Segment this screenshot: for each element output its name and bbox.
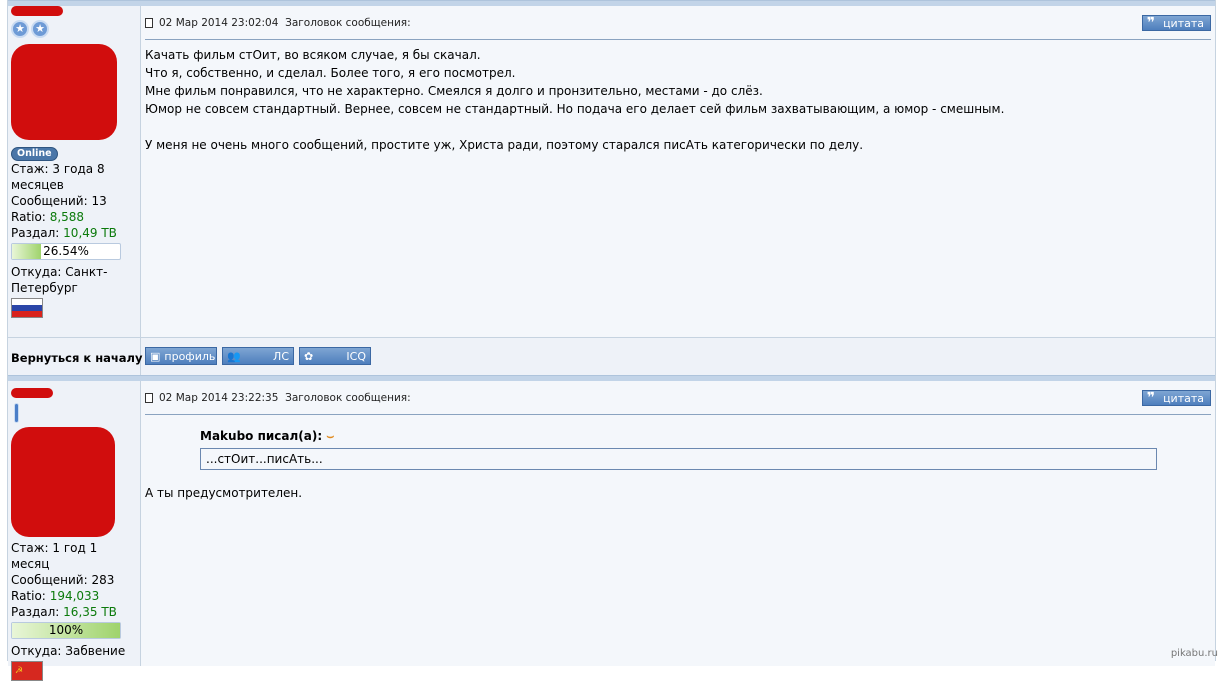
rank-stars: ★ ★	[11, 20, 136, 38]
tenure: Стаж: 1 год 1 месяц	[11, 541, 98, 571]
ratio: Ratio: 194,033	[11, 588, 136, 604]
quote-button[interactable]: ❞ цитата	[1141, 15, 1211, 31]
ratio-value: 8,588	[49, 210, 85, 224]
ratio-progress-bar: 100%	[11, 622, 121, 639]
message-line: Юмор не совсем стандартный. Вернее, совс…	[145, 102, 1005, 116]
rank-gem-icon	[14, 403, 19, 423]
post-footer: Вернуться к началу ▣ профиль 👥 ЛС ✿ ICQ	[8, 337, 1215, 375]
icq-button[interactable]: ✿ ICQ	[299, 347, 371, 365]
location: Откуда: Забвение	[11, 644, 126, 658]
progress-text: 26.54%	[43, 244, 89, 258]
ratio-value: 194,033	[49, 589, 100, 603]
icq-label: ICQ	[346, 349, 366, 363]
hammer-sickle-icon: ☭	[15, 666, 24, 676]
post-date: 02 Мар 2014 23:02:04	[159, 16, 279, 29]
post-subject-label: Заголовок сообщения:	[285, 16, 411, 29]
redacted-avatar	[11, 44, 117, 140]
post-message: Качать фильм стОит, во всяком случае, я …	[145, 40, 1211, 154]
location-cont: Петербург	[11, 281, 78, 295]
post-body: 02 Мар 2014 23:22:35 Заголовок сообщения…	[141, 381, 1215, 666]
russia-flag-icon	[11, 298, 43, 318]
uploaded: Раздал: 10,49 TB	[11, 225, 136, 241]
profile-label: профиль	[164, 349, 216, 363]
post-link-icon[interactable]	[145, 17, 153, 28]
pm-label: ЛС	[273, 349, 289, 363]
uploaded: Раздал: 16,35 TB	[11, 604, 136, 620]
users-icon: 👥	[227, 349, 241, 363]
ratio-progress-bar: 26.54%	[11, 243, 121, 260]
redacted-username	[11, 6, 63, 16]
watermark: pikabu.ru	[1170, 648, 1218, 659]
quote-button[interactable]: ❞ цитата	[1141, 390, 1211, 406]
quote-block: Makubo писал(а): ⌣ ...стОит...писАть...	[200, 429, 1211, 470]
uploaded-value: 16,35 TB	[63, 605, 117, 619]
location: Откуда: Санкт-	[11, 265, 108, 279]
post-author-panel: Стаж: 1 год 1 месяц Сообщений: 283 Ratio…	[8, 381, 141, 681]
post-date: 02 Мар 2014 23:22:35	[159, 391, 279, 404]
message-line: Мне фильм понравился, что не характерно.…	[145, 84, 763, 98]
back-to-top-link[interactable]: Вернуться к началу	[8, 338, 142, 375]
tenure-cont: месяцев	[11, 178, 64, 192]
post: ★ ★ Online Стаж: 3 года 8 месяцев Сообще…	[8, 6, 1215, 337]
online-badge: Online	[11, 147, 58, 161]
ratio-label: Ratio:	[11, 589, 46, 603]
post-body: 02 Мар 2014 23:02:04 Заголовок сообщения…	[141, 6, 1215, 337]
post-footer-actions: ▣ профиль 👥 ЛС ✿ ICQ	[141, 338, 1215, 375]
quote-source-link-icon[interactable]: ⌣	[326, 429, 334, 443]
uploaded-value: 10,49 TB	[63, 226, 117, 240]
post-subject-label: Заголовок сообщения:	[285, 391, 411, 404]
redacted-avatar	[11, 427, 115, 537]
ussr-flag-icon: ☭	[11, 661, 43, 681]
rank-star-icon: ★	[31, 20, 49, 38]
ratio-label: Ratio:	[11, 210, 46, 224]
post-header: 02 Мар 2014 23:22:35 Заголовок сообщения…	[145, 381, 1211, 415]
quote-icon: ❞	[1146, 15, 1156, 31]
uploaded-label: Раздал:	[11, 226, 60, 240]
message-line: Что я, собственно, и сделал. Более того,…	[145, 66, 516, 80]
private-message-button[interactable]: 👥 ЛС	[222, 347, 294, 365]
rank-star-icon: ★	[11, 20, 29, 38]
message-line: Качать фильм стОит, во всяком случае, я …	[145, 48, 481, 62]
message-line: У меня не очень много сообщений, простит…	[145, 138, 864, 152]
quote-button-label: цитата	[1163, 16, 1204, 30]
post-link-icon[interactable]	[145, 392, 153, 403]
post-header: 02 Мар 2014 23:02:04 Заголовок сообщения…	[145, 6, 1211, 40]
message-count: Сообщений: 13	[11, 194, 107, 208]
post: Стаж: 1 год 1 месяц Сообщений: 283 Ratio…	[8, 381, 1215, 681]
tenure: Стаж: 3 года 8	[11, 162, 105, 176]
ratio: Ratio: 8,588	[11, 209, 136, 225]
forum-thread: ★ ★ Online Стаж: 3 года 8 месяцев Сообще…	[7, 0, 1216, 681]
redacted-username	[11, 388, 53, 398]
quote-icon: ❞	[1146, 390, 1156, 406]
icq-flower-icon: ✿	[304, 349, 314, 363]
message-count: Сообщений: 283	[11, 573, 115, 587]
progress-text: 100%	[48, 623, 84, 637]
quote-text: ...стОит...писАть...	[200, 448, 1157, 470]
post-author-panel: ★ ★ Online Стаж: 3 года 8 месяцев Сообще…	[8, 6, 141, 337]
profile-button[interactable]: ▣ профиль	[145, 347, 217, 365]
profile-icon: ▣	[150, 349, 161, 363]
quote-button-label: цитата	[1163, 391, 1204, 405]
quote-author-name: Makubo писал(а):	[200, 429, 323, 443]
post-message: А ты предусмотрителен.	[145, 486, 303, 500]
uploaded-label: Раздал:	[11, 605, 60, 619]
quote-author: Makubo писал(а): ⌣	[200, 429, 1211, 444]
